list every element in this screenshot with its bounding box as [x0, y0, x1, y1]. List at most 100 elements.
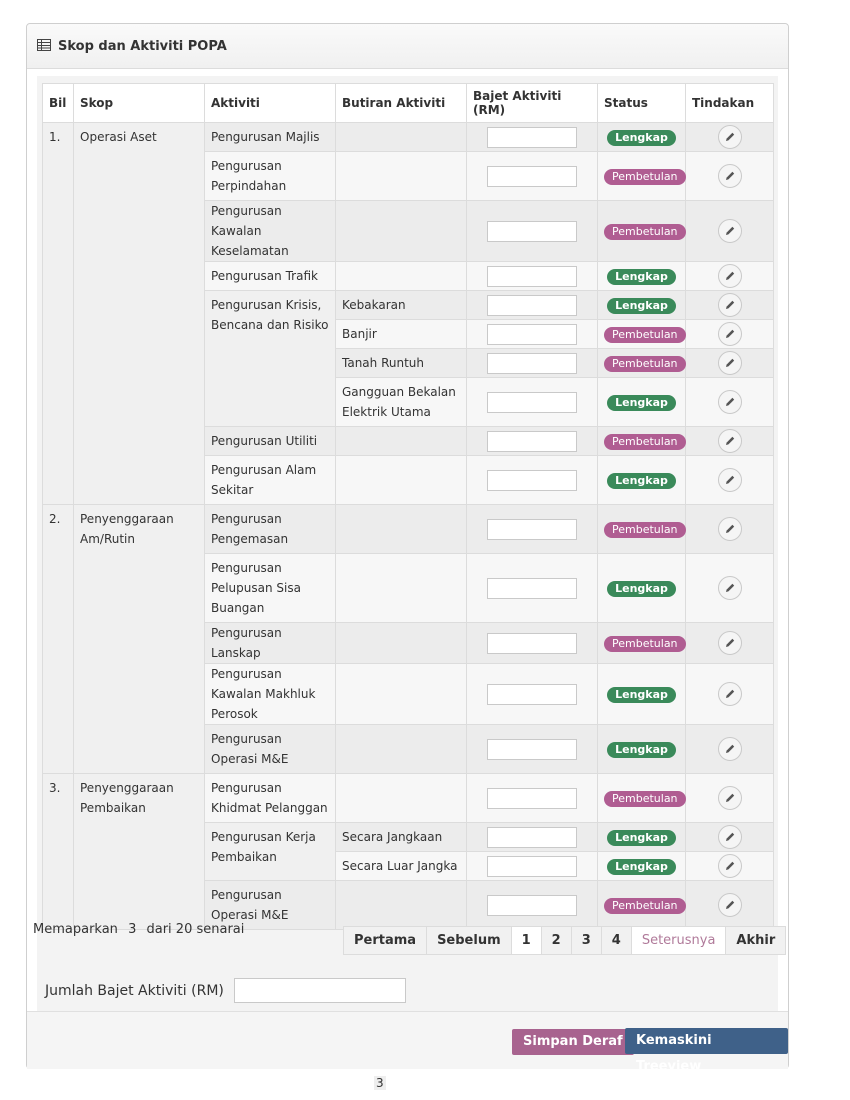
table-row: 3. Penyenggaraan Pembaikan Pengurusan Kh…: [42, 773, 774, 930]
status-badge: Lengkap: [607, 130, 676, 146]
budget-input[interactable]: [487, 352, 577, 374]
panel-header: Skop dan Aktiviti POPA: [27, 24, 788, 69]
page-next-button[interactable]: Seterusnya: [631, 927, 727, 954]
row-butiran: [335, 773, 467, 823]
popa-panel: Skop dan Aktiviti POPA Bil Skop Aktiviti…: [26, 23, 789, 1074]
budget-input[interactable]: [487, 632, 577, 654]
budget-input[interactable]: [487, 683, 577, 705]
row-tindakan: [685, 377, 774, 427]
edit-button[interactable]: [717, 682, 742, 706]
edit-button[interactable]: [717, 825, 742, 849]
budget-input[interactable]: [487, 265, 577, 287]
pencil-icon: [725, 300, 734, 309]
pencil-icon: [725, 397, 734, 406]
budget-input[interactable]: [487, 894, 577, 916]
edit-button[interactable]: [717, 786, 742, 810]
budget-input[interactable]: [487, 738, 577, 760]
edit-button[interactable]: [717, 517, 742, 541]
row-aktiviti: Pengurusan Kawalan Makhluk Perosok: [204, 663, 336, 725]
row-tindakan: [685, 880, 774, 930]
page-2-button[interactable]: 2: [541, 927, 572, 954]
row-aktiviti: Pengurusan Krisis, Bencana dan Risiko: [204, 290, 336, 427]
page-prev-button[interactable]: Sebelum: [427, 927, 512, 954]
page-3-button[interactable]: 3: [571, 927, 602, 954]
row-bajet: [466, 151, 598, 201]
budget-input[interactable]: [487, 787, 577, 809]
pencil-icon: [725, 132, 734, 141]
row-tindakan: [685, 348, 774, 378]
row-tindakan: [685, 553, 774, 623]
budget-input[interactable]: [487, 826, 577, 848]
edit-button[interactable]: [717, 893, 742, 917]
row-aktiviti: Pengurusan Khidmat Pelanggan: [204, 773, 336, 823]
budget-input[interactable]: [487, 294, 577, 316]
row-status: Pembetulan: [597, 622, 686, 664]
edit-button[interactable]: [717, 631, 742, 655]
edit-button[interactable]: [717, 322, 742, 346]
budget-input[interactable]: [487, 220, 577, 242]
paging-prefix: Memaparkan: [33, 922, 118, 937]
header-bil: Bil: [42, 83, 74, 123]
edit-button[interactable]: [717, 390, 742, 414]
pencil-icon: [725, 358, 734, 367]
save-draft-button[interactable]: Simpan Deraf: [512, 1029, 634, 1055]
row-skop: Operasi Aset: [73, 122, 205, 505]
row-status: Pembetulan: [597, 773, 686, 823]
budget-input[interactable]: [487, 855, 577, 877]
page-first-button[interactable]: Pertama: [344, 927, 428, 954]
edit-button[interactable]: [717, 219, 742, 243]
edit-button[interactable]: [717, 429, 742, 453]
row-status: Lengkap: [597, 724, 686, 774]
status-badge: Pembetulan: [604, 636, 686, 652]
budget-input[interactable]: [487, 469, 577, 491]
pencil-icon: [725, 475, 734, 484]
update-treeview-button[interactable]: Kemaskini Treeview: [625, 1028, 788, 1074]
page-last-button[interactable]: Akhir: [726, 927, 786, 954]
edit-button[interactable]: [717, 293, 742, 317]
page-1-button[interactable]: 1: [511, 927, 542, 954]
status-badge: Lengkap: [607, 395, 676, 411]
row-status: Lengkap: [597, 122, 686, 152]
paging-info: Memaparkan 3 dari 20 senarai: [33, 922, 244, 937]
total-budget-label: Jumlah Bajet Aktiviti (RM): [45, 983, 224, 999]
activity-table: Bil Skop Aktiviti Butiran Aktiviti Bajet…: [42, 83, 774, 930]
row-bajet: [466, 455, 598, 505]
row-butiran: Banjir: [335, 319, 467, 349]
row-butiran: [335, 151, 467, 201]
pencil-icon: [725, 900, 734, 909]
row-bajet: [466, 426, 598, 456]
edit-button[interactable]: [717, 854, 742, 878]
edit-button[interactable]: [717, 576, 742, 600]
budget-input[interactable]: [487, 391, 577, 413]
edit-button[interactable]: [717, 164, 742, 188]
edit-button[interactable]: [717, 468, 742, 492]
row-tindakan: [685, 504, 774, 554]
budget-input[interactable]: [487, 518, 577, 540]
row-aktiviti: Pengurusan Pengemasan: [204, 504, 336, 554]
pencil-icon: [725, 436, 734, 445]
row-butiran: Kebakaran: [335, 290, 467, 320]
row-status: Lengkap: [597, 455, 686, 505]
edit-button[interactable]: [717, 351, 742, 375]
row-butiran: Secara Luar Jangka: [335, 851, 467, 881]
row-bajet: [466, 319, 598, 349]
budget-input[interactable]: [487, 165, 577, 187]
row-tindakan: [685, 261, 774, 291]
budget-input[interactable]: [487, 577, 577, 599]
row-status: Pembetulan: [597, 319, 686, 349]
total-budget-input[interactable]: [234, 978, 406, 1003]
row-butiran: [335, 200, 467, 262]
edit-button[interactable]: [717, 737, 742, 761]
budget-input[interactable]: [487, 323, 577, 345]
row-status: Pembetulan: [597, 200, 686, 262]
edit-button[interactable]: [717, 125, 742, 149]
budget-input[interactable]: [487, 430, 577, 452]
page-4-button[interactable]: 4: [601, 927, 632, 954]
pencil-icon: [725, 171, 734, 180]
row-bil: 3.: [42, 773, 74, 930]
budget-input[interactable]: [487, 126, 577, 148]
edit-button[interactable]: [717, 264, 742, 288]
row-tindakan: [685, 426, 774, 456]
header-tindakan: Tindakan: [685, 83, 774, 123]
table-row: 2. Penyenggaraan Am/Rutin Pengurusan Pen…: [42, 504, 774, 774]
